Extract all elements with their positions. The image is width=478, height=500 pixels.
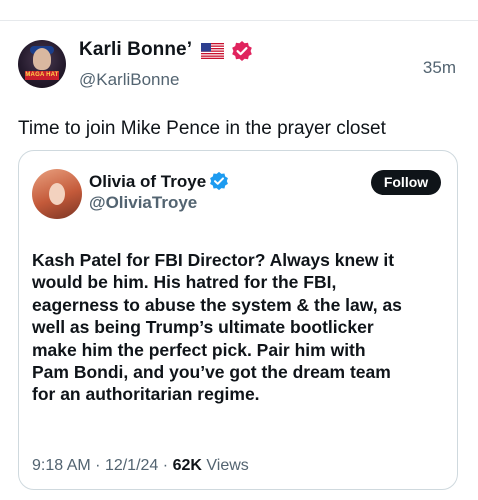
- quoted-text-line: eagerness to abuse the system & the law,…: [32, 294, 402, 315]
- quoted-author-handle[interactable]: @OliviaTroye: [89, 193, 197, 213]
- quoted-author-avatar[interactable]: [32, 169, 82, 219]
- quoted-post-text: Kash Patel for FBI Director? Always knew…: [32, 249, 452, 406]
- quoted-author-name[interactable]: Olivia of Troye: [89, 172, 206, 192]
- views-count: 62K: [172, 457, 202, 474]
- author-handle[interactable]: @KarliBonne: [79, 70, 179, 90]
- author-name[interactable]: Karli Bonne’: [79, 39, 192, 61]
- views-label: Views: [206, 457, 249, 474]
- quoted-text-line: for an authoritarian regime.: [32, 384, 260, 405]
- quoted-post-time[interactable]: 9:18 AM: [32, 457, 91, 474]
- meta-separator: ·: [162, 457, 169, 474]
- quoted-text-line: make him the perfect pick. Pair him with: [32, 339, 366, 360]
- quoted-post-date[interactable]: 12/1/24: [105, 457, 158, 474]
- quoted-text-line: Kash Patel for FBI Director? Always knew…: [32, 250, 395, 270]
- avatar-face: [49, 183, 65, 205]
- avatar-face: [33, 48, 51, 70]
- follow-button[interactable]: Follow: [371, 170, 441, 195]
- quoted-text-line: well as being Trump’s ultimate bootlicke…: [32, 317, 374, 338]
- top-divider: [0, 20, 478, 21]
- meta-separator: ·: [95, 457, 101, 474]
- author-avatar[interactable]: MAGA HAT: [18, 40, 66, 88]
- post-text: Time to join Mike Pence in the prayer cl…: [18, 118, 386, 139]
- us-flag-icon: [201, 43, 224, 59]
- quoted-text-line: would be him. His hatred for the FBI,: [32, 272, 337, 293]
- verified-badge-blue-icon: [210, 171, 228, 191]
- quoted-post-meta: 9:18 AM · 12/1/24 · 62K Views: [32, 457, 249, 475]
- quoted-post-card[interactable]: Olivia of Troye @OliviaTroye Follow Kash…: [18, 150, 458, 490]
- verified-badge-pink-icon: [232, 41, 252, 61]
- avatar-hat-label: MAGA HAT: [25, 71, 59, 80]
- post-time[interactable]: 35m: [423, 58, 456, 78]
- quoted-text-line: Pam Bondi, and you’ve got the dream team: [32, 362, 391, 383]
